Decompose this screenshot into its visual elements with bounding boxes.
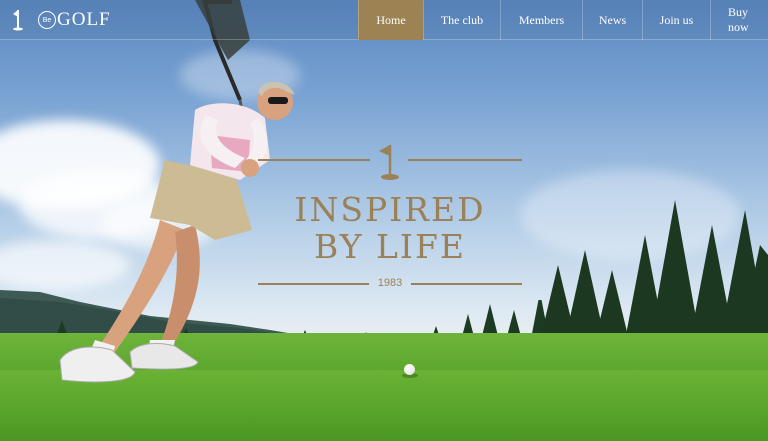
nav-item-the-club[interactable]: The club <box>423 0 500 40</box>
headline-line-2: BY LIFE <box>314 227 466 266</box>
top-right-rule <box>408 159 522 161</box>
main-menu: Home The club Members News Join us Buy n… <box>358 0 768 40</box>
site-logo[interactable]: Be GOLF <box>12 8 111 32</box>
headline-line-1: INSPIRED <box>294 190 486 229</box>
nav-item-members[interactable]: Members <box>500 0 582 40</box>
hero-emblem: INSPIRED BY LIFE 1983 <box>258 140 522 290</box>
top-left-rule <box>258 159 370 161</box>
logo-flag-icon <box>13 10 23 31</box>
nav-item-join-us[interactable]: Join us <box>642 0 710 40</box>
tall-trees <box>540 200 768 340</box>
nav-item-home[interactable]: Home <box>358 0 423 40</box>
logo-badge: Be <box>38 11 56 29</box>
nav-item-buy-now[interactable]: Buy now <box>710 0 768 40</box>
logo-text: GOLF <box>57 9 111 30</box>
top-navigation-bar: Be GOLF Home The club Members News Join … <box>0 0 768 40</box>
golf-ball <box>404 364 415 375</box>
founded-year: 1983 <box>377 277 403 289</box>
nav-item-news[interactable]: News <box>582 0 642 40</box>
golf-flag-icon <box>379 145 399 180</box>
